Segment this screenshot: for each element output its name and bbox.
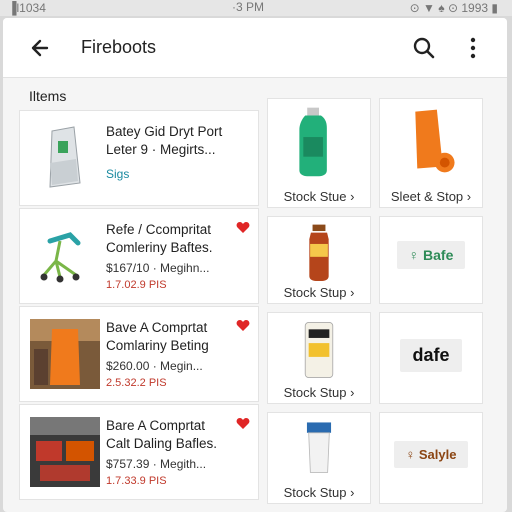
list-item-meta: 1.7.33.9 PIS bbox=[106, 475, 167, 487]
grid-card[interactable]: ♀ Bafe bbox=[379, 216, 483, 304]
phone-screen: Fireboots Iltems Batey Gid Dryt Port Let… bbox=[3, 18, 507, 512]
list-item-subtitle: Comleriny Baftes. bbox=[106, 240, 213, 255]
product-image bbox=[415, 109, 455, 173]
brand-badge: ♀ Salyle bbox=[393, 441, 469, 468]
product-image bbox=[30, 417, 100, 487]
grid-card-label: Stock Stup › bbox=[283, 485, 355, 500]
back-arrow-icon[interactable] bbox=[27, 34, 53, 62]
grid-card[interactable]: ♀ Salyle bbox=[379, 412, 483, 504]
list-item-price: $260.00 · Megin... bbox=[106, 359, 203, 373]
product-image bbox=[49, 126, 81, 188]
grid-card-label: Stock Stue › bbox=[283, 189, 355, 204]
product-image bbox=[299, 107, 327, 177]
list-item-title: Bave A Comprtat bbox=[106, 320, 208, 335]
section-heading: Iltems bbox=[29, 88, 67, 104]
list-item-subtitle: Leter 9 · Megirts... bbox=[106, 142, 216, 157]
heart-icon[interactable] bbox=[236, 221, 250, 234]
list-item-title: Refe / Ccompritat bbox=[106, 222, 212, 237]
status-bar: ▐l1034 ·3 PM ⊙ ▼ ♠ ⊙ 1993 ▮ bbox=[0, 0, 512, 16]
page-title: Fireboots bbox=[81, 37, 157, 57]
grid-card[interactable]: Stock Stue › bbox=[267, 98, 371, 208]
list-item-meta: 1.7.02.9 PIS bbox=[106, 279, 167, 291]
list-item-meta: 2.5.32.2 PIS bbox=[106, 377, 167, 389]
product-image bbox=[306, 422, 332, 473]
product-image bbox=[40, 232, 81, 283]
product-image bbox=[309, 224, 329, 281]
status-time: ·3 PM bbox=[232, 0, 265, 14]
grid-card[interactable]: Sleet & Stop › bbox=[379, 98, 483, 208]
list-item[interactable]: Bare A Comprtat Calt Daling Bafles. $757… bbox=[19, 404, 259, 500]
grid-card-label: Stock Stup › bbox=[283, 285, 355, 300]
search-icon[interactable] bbox=[411, 34, 437, 62]
list-item[interactable]: Batey Gid Dryt Port Leter 9 · Megirts...… bbox=[19, 110, 259, 206]
app-bar: Fireboots bbox=[3, 18, 507, 78]
more-vert-icon[interactable] bbox=[463, 34, 483, 62]
list-item-price: $757.39 · Megith... bbox=[106, 457, 207, 471]
status-left: ▐l1034 bbox=[8, 1, 46, 15]
heart-icon[interactable] bbox=[236, 417, 250, 430]
product-image bbox=[304, 322, 334, 378]
grid-card[interactable]: Stock Stup › bbox=[267, 312, 371, 404]
product-image bbox=[30, 319, 100, 389]
grid-card[interactable]: Stock Stup › bbox=[267, 412, 371, 504]
list-item-price: $167/10 · Megihn... bbox=[106, 261, 210, 275]
list-item-title: Bare A Comprtat bbox=[106, 418, 206, 433]
status-right: ⊙ ▼ ♠ ⊙ 1993 ▮ bbox=[409, 1, 498, 15]
list-item-tag: Sigs bbox=[106, 167, 130, 181]
grid-card[interactable]: Stock Stup › bbox=[267, 216, 371, 304]
list-item[interactable]: Refe / Ccompritat Comleriny Baftes. $167… bbox=[19, 208, 259, 304]
grid-card-label: Stock Stup › bbox=[283, 385, 355, 400]
grid-card-label: Sleet & Stop › bbox=[390, 189, 472, 204]
list-item-title: Batey Gid Dryt Port bbox=[106, 124, 223, 139]
brand-badge: dafe bbox=[400, 339, 462, 372]
list-item[interactable]: Bave A Comprtat Comlariny Beting $260.00… bbox=[19, 306, 259, 402]
list-item-subtitle: Calt Daling Bafles. bbox=[106, 436, 218, 451]
heart-icon[interactable] bbox=[236, 319, 250, 332]
list-item-subtitle: Comlariny Beting bbox=[106, 338, 209, 353]
grid-card[interactable]: dafe bbox=[379, 312, 483, 404]
brand-badge: ♀ Bafe bbox=[396, 241, 466, 269]
